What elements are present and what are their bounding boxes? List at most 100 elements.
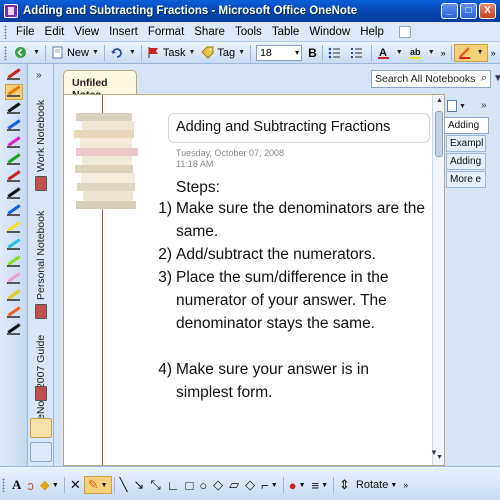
toolbar-options-button[interactable]: »	[488, 44, 499, 62]
note-page[interactable]: Adding and Subtracting Fractions Tuesday…	[63, 94, 445, 466]
page-vertical-scrollbar[interactable]: ▲ ▼	[432, 95, 444, 465]
pen-swatch[interactable]	[6, 272, 22, 286]
pen-swatch[interactable]	[6, 187, 22, 201]
font-color-dropdown-icon[interactable]: ▼	[396, 49, 403, 56]
double-arrow-button[interactable]: ⤡	[147, 476, 163, 494]
toolbar-grip-icon[interactable]	[4, 45, 7, 60]
scroll-up-icon[interactable]: ▲	[434, 97, 444, 108]
menu-grip-icon[interactable]	[4, 24, 7, 39]
pen-swatch[interactable]	[6, 170, 22, 184]
page-tabs-expand-icon[interactable]: »	[481, 100, 487, 111]
new-page-button[interactable]: ▼	[447, 98, 471, 114]
thickness-button[interactable]: ≡ ▼	[309, 476, 332, 494]
line-button[interactable]: ╲	[117, 476, 131, 494]
drawing-pen-dropdown-icon[interactable]: ▼	[101, 482, 108, 489]
eraser-dropdown-icon[interactable]: ▼	[52, 482, 59, 489]
search-scope-dropdown-icon[interactable]: ▼	[493, 73, 500, 84]
menu-window[interactable]: Window	[304, 26, 355, 38]
menu-edit[interactable]: Edit	[40, 26, 70, 38]
page-tab[interactable]: Adding	[446, 153, 486, 170]
drawing-options-button[interactable]: »	[400, 476, 411, 494]
pen-swatch[interactable]	[6, 119, 22, 133]
drawing-toolbar-grip-icon[interactable]	[2, 478, 5, 492]
notebook-tab-personal[interactable]: Personal Notebook	[31, 196, 51, 300]
menu-share[interactable]: Share	[189, 26, 230, 38]
highlight-dropdown-icon[interactable]: ▼	[428, 49, 435, 56]
bullets-button[interactable]	[325, 44, 347, 62]
font-size-select[interactable]: 18	[256, 44, 303, 61]
delete-button[interactable]: ✕	[67, 476, 84, 494]
back-dropdown-icon[interactable]: ▼	[33, 49, 40, 56]
menu-tools[interactable]: Tools	[230, 26, 267, 38]
pen-swatch[interactable]	[6, 255, 22, 269]
back-button[interactable]: ▼	[11, 44, 43, 62]
rotate-button[interactable]: Rotate ▼	[353, 476, 400, 494]
task-dropdown-icon[interactable]: ▼	[188, 49, 195, 56]
lasso-button[interactable]: ↄ	[24, 476, 37, 494]
arrow-button[interactable]: ↘	[130, 476, 147, 494]
section-tab-unfiled-notes[interactable]: Unfiled Notes	[63, 70, 137, 101]
drawing-pen-button[interactable]: ✎ ▼	[83, 476, 112, 494]
menu-format[interactable]: Format	[143, 26, 189, 38]
rotate-dropdown-icon[interactable]: ▼	[390, 482, 397, 489]
menu-table[interactable]: Table	[267, 26, 305, 38]
tag-dropdown-icon[interactable]: ▼	[238, 49, 245, 56]
help-search-box[interactable]	[398, 25, 411, 38]
parallelogram-button[interactable]: ▱	[226, 476, 242, 494]
page-title[interactable]: Adding and Subtracting Fractions	[176, 119, 390, 135]
pen-dropdown-icon[interactable]: ▼	[477, 49, 484, 56]
axes-button[interactable]: ∟	[164, 476, 183, 494]
undo-button[interactable]: ▼	[107, 44, 139, 62]
page-tab[interactable]: Exampl	[446, 135, 486, 152]
search-input[interactable]: Search All Notebooks ⌕	[371, 70, 491, 88]
menu-file[interactable]: File	[11, 26, 40, 38]
page-tab[interactable]: Adding	[444, 117, 489, 134]
notebook-icon[interactable]	[35, 386, 47, 401]
menu-insert[interactable]: Insert	[104, 26, 143, 38]
connector-button[interactable]: ⌐ ▼	[258, 476, 281, 494]
maximize-button[interactable]: □	[460, 3, 477, 19]
pen-swatch[interactable]	[5, 84, 23, 100]
new-page-dropdown-icon[interactable]: ▼	[459, 103, 466, 110]
pen-swatch[interactable]	[6, 289, 22, 303]
task-button[interactable]: Task ▼	[144, 44, 199, 62]
highlight-button[interactable]: ab ▼	[406, 44, 438, 62]
scroll-thumb[interactable]	[435, 111, 443, 157]
pen-swatch[interactable]	[6, 238, 22, 252]
diamond-button[interactable]: ◇	[242, 476, 258, 494]
color-dropdown-icon[interactable]: ▼	[299, 482, 306, 489]
connector-dropdown-icon[interactable]: ▼	[271, 482, 278, 489]
notebook-icon[interactable]	[35, 176, 47, 191]
pen-swatch[interactable]	[6, 306, 22, 320]
ellipse-button[interactable]: ○	[196, 476, 210, 494]
pen-swatch[interactable]	[6, 136, 22, 150]
pen-swatch[interactable]	[6, 204, 22, 218]
undo-dropdown-icon[interactable]: ▼	[129, 49, 136, 56]
onenote-app-icon[interactable]	[4, 4, 18, 18]
pen-swatch[interactable]	[6, 323, 22, 337]
type-text-button[interactable]: A	[9, 476, 24, 494]
thickness-dropdown-icon[interactable]: ▼	[321, 482, 328, 489]
pen-swatch[interactable]	[6, 221, 22, 235]
new-dropdown-icon[interactable]: ▼	[92, 49, 99, 56]
notebook-icon[interactable]	[35, 304, 47, 319]
new-button[interactable]: New ▼	[48, 44, 102, 62]
menu-view[interactable]: View	[69, 26, 104, 38]
font-color-button[interactable]: A ▼	[374, 44, 406, 62]
eraser-button[interactable]: ◆ ▼	[37, 476, 62, 494]
unfiled-notes-icon[interactable]	[30, 418, 52, 438]
notebook-tab-work[interactable]: Work Notebook	[31, 88, 51, 172]
insert-space-button[interactable]: ⇕	[336, 476, 353, 494]
menu-help[interactable]: Help	[355, 26, 389, 38]
all-notebooks-icon[interactable]	[30, 442, 52, 462]
numbering-button[interactable]	[347, 44, 369, 62]
more-options-button[interactable]: »	[438, 44, 449, 62]
tag-button[interactable]: Tag ▼	[198, 44, 248, 62]
pen-swatch[interactable]	[6, 68, 22, 82]
search-icon[interactable]: ⌕	[481, 72, 487, 85]
bold-button[interactable]: B	[305, 44, 320, 62]
page-list-dropdown-icon[interactable]: ▼	[430, 448, 442, 462]
page-tab[interactable]: More e	[446, 171, 486, 188]
expand-navigation-icon[interactable]: »	[36, 70, 42, 81]
triangle-button[interactable]: ◇	[210, 476, 226, 494]
